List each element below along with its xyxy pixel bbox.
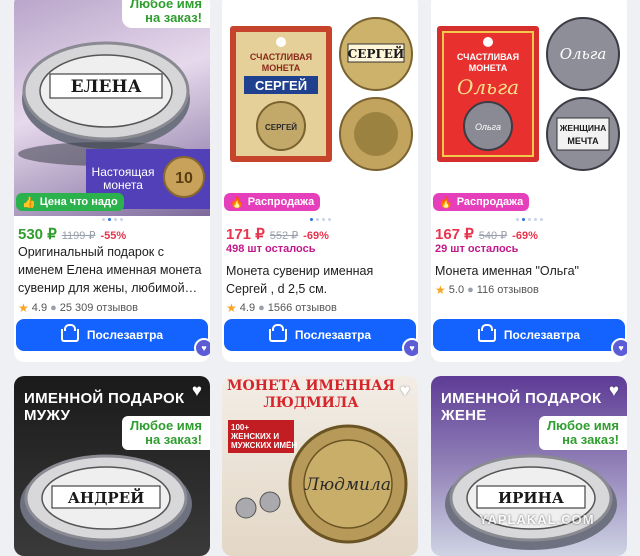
rating: ★ 5.0 ● 116 отзывов — [435, 283, 539, 297]
svg-text:СЧАСТЛИВАЯ: СЧАСТЛИВАЯ — [250, 52, 312, 62]
svg-text:МОНЕТА: МОНЕТА — [262, 63, 301, 73]
cart-icon — [268, 323, 287, 342]
cart-icon — [477, 323, 496, 342]
product-image[interactable]: СЧАСТЛИВАЯ МОНЕТА Ольга Ольга Ольга ЖЕНЩ… — [431, 0, 627, 216]
old-price: 1199 ₽ — [61, 230, 96, 242]
sale-badge: 🔥 Распродажа — [224, 193, 321, 211]
old-price: 540 ₽ — [478, 230, 508, 242]
svg-text:СЧАСТЛИВАЯ: СЧАСТЛИВАЯ — [457, 52, 519, 62]
price: 171 ₽ — [226, 226, 265, 243]
stock-left: 29 шт осталось — [435, 243, 519, 255]
svg-text:МЕЧТА: МЕЧТА — [567, 136, 599, 146]
comment-icon: ● — [467, 284, 474, 296]
svg-text:СЕРГЕЙ: СЕРГЕЙ — [265, 123, 297, 132]
coin-image: АНДРЕЙ — [20, 454, 192, 550]
svg-text:АНДРЕЙ: АНДРЕЙ — [68, 488, 145, 507]
flame-icon: 🔥 — [439, 196, 453, 209]
svg-text:Ольга: Ольга — [560, 45, 607, 63]
discount: -55% — [100, 230, 127, 242]
cart-icon — [60, 323, 79, 342]
svg-text:Людмила: Людмила — [304, 475, 391, 495]
product-image[interactable]: ИМЕННОЙ ПОДАРОК МУЖУ Любое имя на заказ!… — [14, 376, 210, 556]
star-icon: ★ — [18, 301, 29, 315]
product-card[interactable]: ИМЕННОЙ ПОДАРОК ЖЕНЕ Любое имя на заказ!… — [431, 376, 627, 556]
discount: -69% — [303, 230, 329, 242]
product-title[interactable]: Монета сувенир именная Сергей , d 2,5 см… — [226, 262, 414, 298]
favorite-heart-icon[interactable]: ♥ — [609, 382, 619, 399]
product-title[interactable]: Монета именная "Ольга" — [435, 262, 623, 280]
coin-image: Людмила — [235, 424, 408, 544]
price: 530 ₽ — [18, 226, 57, 243]
watermark: YAPLAKAL.COM — [479, 512, 595, 527]
rating: ★ 4.9 ● 25 309 отзывов — [18, 301, 138, 315]
good-price-badge: 👍 Цена что надо — [16, 193, 124, 211]
delivery-button[interactable]: Послезавтра — [224, 319, 416, 351]
svg-text:СЕРГЕЙ: СЕРГЕЙ — [255, 78, 307, 93]
favorite-heart-icon[interactable]: ♥ — [400, 382, 410, 399]
rating: ★ 4.9 ● 1566 отзывов — [226, 301, 337, 315]
star-icon: ★ — [435, 283, 446, 297]
svg-text:ЕЛЕНА: ЕЛЕНА — [71, 77, 142, 97]
old-price: 552 ₽ — [269, 230, 299, 242]
product-card[interactable]: МОНЕТА ИМЕННАЯ ЛЮДМИЛА 100+ ЖЕНСКИХ И МУ… — [222, 376, 418, 556]
product-card[interactable]: СЧАСТЛИВАЯ МОНЕТА Ольга Ольга Ольга ЖЕНЩ… — [431, 0, 627, 362]
coin-image: СЧАСТЛИВАЯ МОНЕТА СЕРГЕЙ СЕРГЕЙ СЕРГЕЙ — [230, 17, 413, 171]
product-image[interactable]: МОНЕТА ИМЕННАЯ ЛЮДМИЛА 100+ ЖЕНСКИХ И МУ… — [222, 376, 418, 556]
flame-icon: 🔥 — [230, 196, 244, 209]
favorite-heart-icon[interactable]: ♥ — [192, 382, 202, 399]
product-card[interactable]: СЧАСТЛИВАЯ МОНЕТА СЕРГЕЙ СЕРГЕЙ СЕРГЕЙ 🔥… — [222, 0, 418, 362]
coin-image: ИРИНА — [445, 454, 617, 550]
svg-text:Ольга: Ольга — [475, 122, 501, 132]
svg-text:МОНЕТА: МОНЕТА — [469, 63, 508, 73]
image-pager — [14, 218, 210, 221]
favorite-corner-icon[interactable]: ♥ — [402, 338, 418, 358]
comment-icon: ● — [50, 302, 57, 314]
svg-text:10: 10 — [175, 170, 193, 187]
svg-text:ИРИНА: ИРИНА — [498, 489, 565, 507]
discount: -69% — [512, 230, 538, 242]
thumbs-up-icon: 👍 — [22, 196, 36, 209]
product-card[interactable]: ЕЛЕНА 10 Любое имя на заказ! Настоящая м… — [14, 0, 210, 362]
delivery-button[interactable]: Послезавтра — [433, 319, 625, 351]
real-coin-label: Настоящая монета — [91, 165, 155, 192]
image-pager — [431, 218, 627, 221]
product-image[interactable]: ЕЛЕНА 10 Любое имя на заказ! Настоящая м… — [14, 0, 210, 216]
product-title[interactable]: Оригинальный подарок с именем Елена имен… — [18, 243, 206, 297]
product-image[interactable]: СЧАСТЛИВАЯ МОНЕТА СЕРГЕЙ СЕРГЕЙ СЕРГЕЙ 🔥… — [222, 0, 418, 216]
svg-text:СЕРГЕЙ: СЕРГЕЙ — [348, 45, 405, 61]
svg-text:Ольга: Ольга — [457, 75, 519, 99]
sale-badge: 🔥 Распродажа — [433, 193, 530, 211]
stock-left: 498 шт осталось — [226, 243, 316, 255]
star-icon: ★ — [226, 301, 237, 315]
coin-image: СЧАСТЛИВАЯ МОНЕТА Ольга Ольга Ольга ЖЕНЩ… — [437, 17, 620, 171]
price: 167 ₽ — [435, 226, 474, 243]
product-image[interactable]: ИМЕННОЙ ПОДАРОК ЖЕНЕ Любое имя на заказ!… — [431, 376, 627, 556]
favorite-corner-icon[interactable]: ♥ — [611, 338, 627, 358]
delivery-button[interactable]: Послезавтра — [16, 319, 208, 351]
image-pager — [222, 218, 418, 221]
comment-icon: ● — [258, 302, 265, 314]
custom-name-tag: Любое имя на заказ! — [121, 0, 210, 28]
svg-text:ЖЕНЩИНА: ЖЕНЩИНА — [559, 123, 607, 133]
product-card[interactable]: ИМЕННОЙ ПОДАРОК МУЖУ Любое имя на заказ!… — [14, 376, 210, 556]
favorite-corner-icon[interactable]: ♥ — [194, 338, 210, 358]
